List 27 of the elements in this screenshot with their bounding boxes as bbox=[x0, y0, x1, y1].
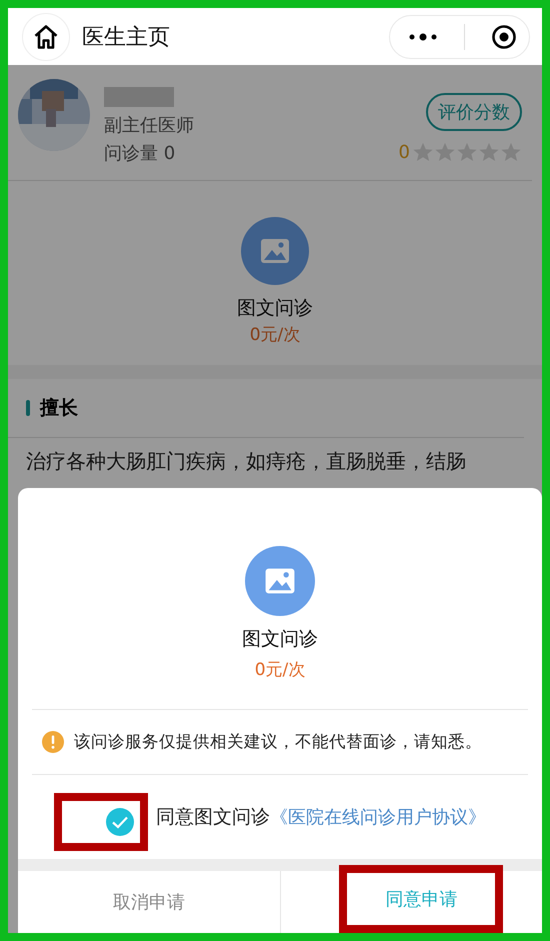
star-icon bbox=[500, 141, 522, 163]
consult-count: 问诊量 0 bbox=[104, 142, 176, 165]
star-icon bbox=[478, 141, 500, 163]
specialty-text: 治疗各种大肠肛门疾病，如痔疮，直肠脱垂，结肠 bbox=[25, 448, 467, 475]
star-icon bbox=[434, 141, 456, 163]
notice-text: 该问诊服务仅提供相关建议，不能代替面诊，请知悉。 bbox=[74, 731, 482, 753]
service-name: 图文问诊 bbox=[242, 627, 318, 652]
section-heading: 擅长 bbox=[40, 396, 78, 421]
rating-button[interactable]: 评价分数 bbox=[426, 93, 522, 131]
rating-score: 0 bbox=[398, 142, 410, 162]
agreement-link[interactable]: 《医院在线问诊用户协议》 bbox=[270, 805, 486, 829]
redacted-name bbox=[104, 87, 174, 107]
agree-label: 同意图文问诊 bbox=[156, 805, 270, 830]
service-name: 图文问诊 bbox=[237, 296, 313, 321]
more-icon[interactable] bbox=[408, 32, 438, 42]
star-icon bbox=[456, 141, 478, 163]
image-icon bbox=[245, 546, 315, 616]
star-icon bbox=[412, 141, 434, 163]
service-price: 0元/次 bbox=[250, 324, 300, 346]
page-title: 医生主页 bbox=[82, 24, 171, 52]
service-price: 0元/次 bbox=[254, 659, 306, 681]
image-icon bbox=[241, 217, 309, 285]
home-button[interactable] bbox=[22, 12, 70, 60]
warning-icon bbox=[42, 731, 64, 753]
doctor-title: 副主任医师 bbox=[104, 114, 195, 137]
checkbox[interactable] bbox=[106, 808, 134, 836]
home-icon bbox=[32, 22, 60, 50]
